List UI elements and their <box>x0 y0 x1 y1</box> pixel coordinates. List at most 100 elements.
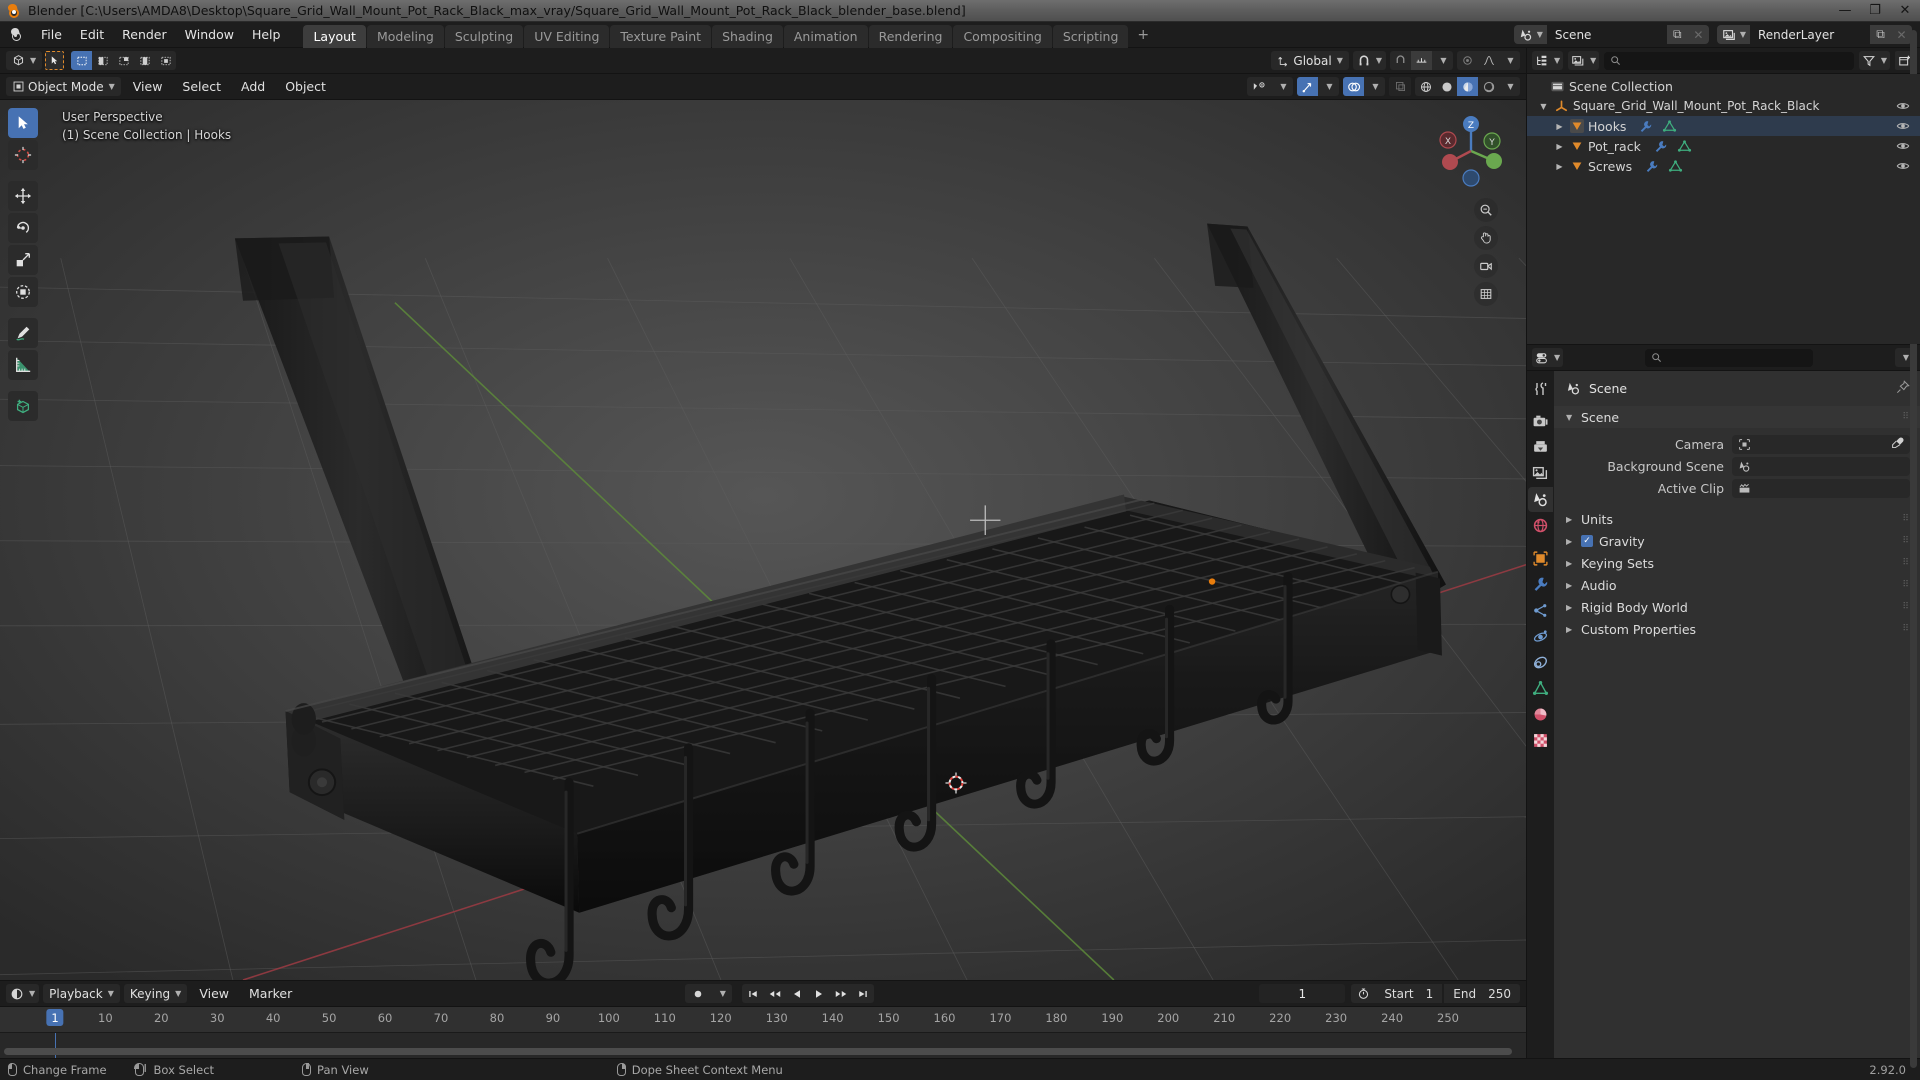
timeline-ruler[interactable]: 10 20 30 40 50 60 70 80 90 100 110 120 130 140 150 160 1… <box>0 1007 1526 1033</box>
proportional-falloff-icon[interactable] <box>1478 51 1499 70</box>
panel-drag-handle[interactable]: ⠿ <box>1902 413 1910 422</box>
use-preview-range-icon[interactable] <box>1351 984 1376 1003</box>
workspace-tab-texture-paint[interactable]: Texture Paint <box>610 24 712 49</box>
panel-drag-handle[interactable]: ⠿ <box>1902 581 1910 590</box>
panel-header-rigid-body-world[interactable]: ▶ Rigid Body World ⠿ <box>1554 596 1920 618</box>
maximize-button[interactable]: ❐ <box>1860 0 1890 21</box>
annotate-tool-button[interactable] <box>8 318 38 348</box>
properties-tab-particles[interactable] <box>1528 598 1553 623</box>
properties-tab-world[interactable] <box>1528 513 1553 538</box>
outliner-row-pot-rack[interactable]: ▶ Pot_rack <box>1527 136 1920 156</box>
select-extend-icon[interactable] <box>92 51 113 70</box>
outliner-tree[interactable]: Scene Collection ▼ Square_Grid_Wall_Moun… <box>1527 74 1920 344</box>
workspace-tab-scripting[interactable]: Scripting <box>1052 24 1129 49</box>
viewport-menu-view[interactable]: View <box>125 77 171 96</box>
gravity-checkbox[interactable]: ✓ <box>1581 535 1593 547</box>
workspace-tab-uv-editing[interactable]: UV Editing <box>524 24 610 49</box>
viewport-menu-add[interactable]: Add <box>233 77 273 96</box>
workspace-tab-modeling[interactable]: Modeling <box>366 24 444 49</box>
outliner-row-scene-collection[interactable]: Scene Collection <box>1527 76 1920 96</box>
playhead-frame-badge[interactable]: 1 <box>46 1009 64 1026</box>
snap-dropdown-icon[interactable]: ▼ <box>1432 51 1453 70</box>
end-frame-field[interactable]: End 250 <box>1444 984 1520 1003</box>
properties-tab-scene[interactable] <box>1528 487 1553 512</box>
properties-search-input[interactable] <box>1645 348 1813 367</box>
viewport-menu-object[interactable]: Object <box>277 77 334 96</box>
properties-tab-view-layer[interactable] <box>1528 461 1553 486</box>
snap-toggle-icon[interactable] <box>1390 51 1411 70</box>
disclosure-triangle-down-icon[interactable]: ▼ <box>1537 102 1550 111</box>
play-reverse-button[interactable] <box>786 984 809 1003</box>
menu-render[interactable]: Render <box>113 24 176 45</box>
object-visibility-icon[interactable] <box>1247 77 1272 96</box>
jump-to-prev-keyframe-button[interactable] <box>764 984 787 1003</box>
rendered-shading-icon[interactable] <box>1478 77 1499 96</box>
timeline-menu-playback[interactable]: Playback ▼ <box>43 984 120 1003</box>
select-set-icon[interactable] <box>71 51 93 70</box>
tweak-tool-button[interactable] <box>8 108 38 138</box>
proportional-dropdown-icon[interactable]: ▼ <box>1499 51 1520 70</box>
outliner-row-hooks[interactable]: ▶ Hooks <box>1527 116 1920 136</box>
select-invert-icon[interactable] <box>134 51 155 70</box>
properties-tab-render[interactable] <box>1528 409 1553 434</box>
jump-to-end-button[interactable] <box>852 984 875 1003</box>
workspace-tab-shading[interactable]: Shading <box>712 24 783 49</box>
hide-in-viewport-icon[interactable] <box>1896 119 1910 133</box>
play-button[interactable] <box>808 984 831 1003</box>
panel-drag-handle[interactable]: ⠿ <box>1902 537 1910 546</box>
add-cube-tool-button[interactable] <box>8 391 38 421</box>
outliner-display-mode-selector[interactable]: ▼ <box>1568 51 1600 70</box>
properties-tab-data[interactable] <box>1528 676 1553 701</box>
material-preview-shading-icon[interactable] <box>1457 77 1478 96</box>
show-gizmo-icon[interactable] <box>1297 77 1318 96</box>
transform-orientation-selector[interactable]: Global ▼ <box>1271 51 1349 70</box>
timeline-horizontal-scrollbar[interactable] <box>4 1048 1512 1055</box>
snap-mode-increment-icon[interactable] <box>1411 51 1432 70</box>
new-view-layer-button[interactable]: ⧉ <box>1870 25 1891 44</box>
properties-tab-constraints[interactable] <box>1528 650 1553 675</box>
measure-tool-button[interactable] <box>8 350 38 380</box>
hide-in-viewport-icon[interactable] <box>1896 139 1910 153</box>
properties-tab-material[interactable] <box>1528 702 1553 727</box>
panel-drag-handle[interactable]: ⠿ <box>1902 559 1910 568</box>
panel-drag-handle[interactable]: ⠿ <box>1902 625 1910 634</box>
scene-icon[interactable]: ▼ <box>1513 25 1547 44</box>
auto-keying-icon[interactable] <box>685 984 711 1003</box>
eyedropper-icon[interactable] <box>1891 435 1904 454</box>
pan-view-icon[interactable] <box>1474 226 1498 250</box>
properties-tab-texture[interactable] <box>1528 728 1553 753</box>
xray-toggle-icon[interactable] <box>1389 77 1411 96</box>
viewport-menu-select[interactable]: Select <box>174 77 229 96</box>
panel-drag-handle[interactable]: ⠿ <box>1902 515 1910 524</box>
camera-view-icon[interactable] <box>1474 254 1498 278</box>
panel-header-audio[interactable]: ▶ Audio ⠿ <box>1554 574 1920 596</box>
disclosure-triangle-right-icon[interactable]: ▶ <box>1553 122 1566 131</box>
transform-tool-button[interactable] <box>8 277 38 307</box>
menu-edit[interactable]: Edit <box>71 24 113 45</box>
properties-tab-object[interactable] <box>1528 546 1553 571</box>
hide-in-viewport-icon[interactable] <box>1896 99 1910 113</box>
zoom-view-icon[interactable] <box>1474 198 1498 222</box>
hide-in-viewport-icon[interactable] <box>1896 159 1910 173</box>
outliner-filter-button[interactable]: ▼ <box>1858 51 1890 70</box>
panel-header-keying-sets[interactable]: ▶ Keying Sets ⠿ <box>1554 552 1920 574</box>
pin-icon[interactable] <box>1896 380 1910 397</box>
move-tool-button[interactable] <box>8 181 38 211</box>
camera-field[interactable] <box>1732 434 1910 454</box>
close-button[interactable]: ✕ <box>1890 0 1920 21</box>
disclosure-triangle-right-icon[interactable]: ▶ <box>1553 162 1566 171</box>
outliner-row-empty-object[interactable]: ▼ Square_Grid_Wall_Mount_Pot_Rack_Black <box>1527 96 1920 116</box>
timeline-menu-keying[interactable]: Keying ▼ <box>123 984 188 1003</box>
timeline-menu-marker[interactable]: Marker <box>241 984 300 1003</box>
workspace-tab-layout[interactable]: Layout <box>303 24 366 49</box>
timeline-menu-view[interactable]: View <box>191 984 237 1003</box>
panel-drag-handle[interactable]: ⠿ <box>1902 603 1910 612</box>
properties-tab-tool[interactable] <box>1528 376 1553 401</box>
solid-shading-icon[interactable] <box>1436 77 1457 96</box>
properties-editor-type-selector[interactable]: ▼ <box>1532 348 1564 367</box>
workspace-tab-compositing[interactable]: Compositing <box>953 24 1052 49</box>
scene-name-field[interactable]: Scene <box>1546 25 1667 44</box>
panel-header-gravity[interactable]: ▶ ✓ Gravity ⠿ <box>1554 530 1920 552</box>
select-intersect-icon[interactable] <box>155 51 176 70</box>
active-clip-field[interactable] <box>1732 478 1910 498</box>
